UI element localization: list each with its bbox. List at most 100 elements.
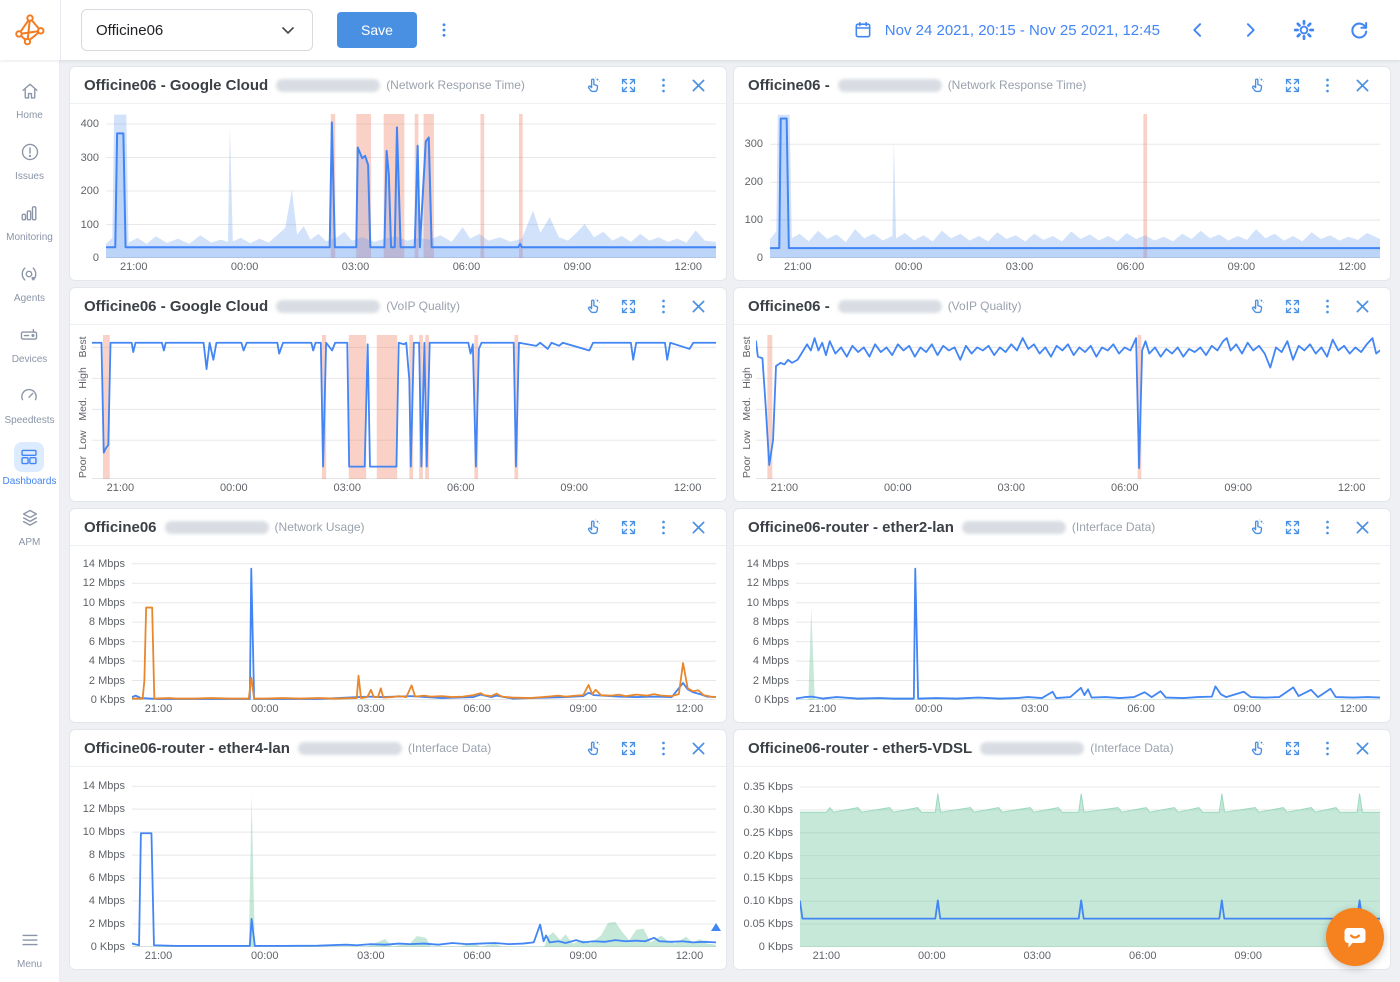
chart-plot[interactable]: 21:0000:0003:0006:0009:0012:00 — [132, 556, 716, 700]
x-tick-label: 03:00 — [1006, 261, 1034, 273]
y-tick-label: 14 Mbps — [747, 558, 789, 570]
expand-button[interactable] — [615, 74, 642, 97]
x-tick-label: 12:00 — [1338, 482, 1366, 494]
remove-widget-button[interactable] — [1349, 74, 1376, 97]
sidebar-item-apm[interactable]: APM — [15, 503, 45, 548]
save-button[interactable]: Save — [337, 12, 417, 48]
panel-title: Officine06 - Google Cloud — [84, 298, 268, 315]
alert-button[interactable] — [580, 737, 607, 760]
app-logo[interactable] — [0, 0, 61, 60]
prev-range-button[interactable] — [1178, 16, 1218, 44]
y-tick-label: 0 — [93, 252, 99, 264]
chart-svg — [756, 335, 1380, 479]
date-range[interactable]: Nov 24 2021, 20:15 - Nov 25 2021, 12:45 — [885, 22, 1160, 39]
x-tick-label: 00:00 — [915, 703, 943, 715]
chart-plot[interactable]: 21:0000:0003:0006:0009:0012:00 — [92, 335, 716, 479]
chart-plot[interactable]: 21:0000:0003:0006:0009:0012:00 — [796, 556, 1380, 700]
panel-menu-button[interactable] — [650, 74, 677, 97]
expand-button[interactable] — [1279, 74, 1306, 97]
gear-icon — [1292, 18, 1316, 42]
panel-header: Officine06-router - ether4-lan (Interfac… — [70, 730, 726, 767]
expand-button[interactable] — [1279, 295, 1306, 318]
y-tick-label: 12 Mbps — [83, 577, 125, 589]
chart-plot[interactable]: 21:0000:0003:0006:0009:0012:00 — [756, 335, 1380, 479]
x-tick-label: 09:00 — [570, 950, 598, 962]
sidebar-item-issues[interactable]: Issues — [15, 137, 45, 182]
y-axis: 14 Mbps12 Mbps10 Mbps8 Mbps6 Mbps4 Mbps2… — [738, 556, 796, 700]
panel-actions — [1244, 295, 1376, 318]
remove-widget-button[interactable] — [1349, 295, 1376, 318]
alert-button[interactable] — [1244, 737, 1271, 760]
settings-button[interactable] — [1282, 14, 1326, 46]
dashboard-selector[interactable]: Officine06 — [81, 9, 313, 51]
chart-plot[interactable]: 21:0000:0003:0006:0009:0012:00 — [132, 777, 716, 947]
panel-menu-button[interactable] — [650, 737, 677, 760]
next-range-button[interactable] — [1230, 16, 1270, 44]
panel-menu-button[interactable] — [1314, 295, 1341, 318]
refresh-button[interactable] — [1338, 15, 1380, 45]
triangle-up-icon — [710, 922, 722, 932]
panel-menu-button[interactable] — [1314, 516, 1341, 539]
chat-launcher-button[interactable] — [1326, 908, 1384, 966]
close-icon — [1353, 76, 1372, 95]
chart: 3002001000 21:0000:0003:0006:0009:0012:0… — [734, 104, 1390, 280]
chart: 14 Mbps12 Mbps10 Mbps8 Mbps6 Mbps4 Mbps2… — [734, 546, 1390, 722]
topbar-kebab-button[interactable] — [429, 15, 459, 45]
scroll-top-indicator[interactable] — [708, 920, 724, 934]
chart-plot[interactable]: 21:0000:0003:0006:0009:0012:00 — [770, 114, 1380, 258]
close-icon — [1353, 518, 1372, 537]
alert-button[interactable] — [1244, 74, 1271, 97]
topbar-right: Nov 24 2021, 20:15 - Nov 25 2021, 12:45 — [853, 14, 1400, 46]
expand-button[interactable] — [1279, 516, 1306, 539]
kebab-icon — [1318, 739, 1337, 758]
y-tick-label: 4 Mbps — [89, 655, 125, 667]
remove-widget-button[interactable] — [685, 295, 712, 318]
chart-svg — [106, 114, 716, 258]
redacted-name — [165, 521, 269, 534]
sidebar-item-label: Agents — [14, 293, 45, 304]
remove-widget-button[interactable] — [685, 74, 712, 97]
alert-button[interactable] — [580, 516, 607, 539]
sidebar-item-home[interactable]: Home — [15, 76, 45, 121]
y-tick-label: 0.20 Kbps — [743, 850, 793, 862]
y-axis: BestHighMed.LowPoor — [738, 335, 756, 479]
panel-menu-button[interactable] — [650, 295, 677, 318]
y-tick-label: 10 Mbps — [747, 597, 789, 609]
redacted-name — [980, 742, 1084, 755]
y-tick-label: 0 Kbps — [91, 694, 125, 706]
expand-button[interactable] — [615, 516, 642, 539]
x-tick-label: 03:00 — [342, 261, 370, 273]
panel-menu-button[interactable] — [1314, 74, 1341, 97]
sidebar-item-dashboards[interactable]: Dashboards — [3, 442, 57, 487]
alert-button[interactable] — [580, 295, 607, 318]
sidebar-item-speedtests[interactable]: Speedtests — [4, 381, 54, 426]
chart-plot[interactable]: 21:0000:0003:0006:0009:0012:00 — [106, 114, 716, 258]
panel-header: Officine06 - Google Cloud (VoIP Quality) — [70, 288, 726, 325]
expand-button[interactable] — [615, 737, 642, 760]
alert-icon — [584, 76, 603, 95]
panel-actions — [1244, 737, 1376, 760]
expand-icon — [619, 739, 638, 758]
remove-widget-button[interactable] — [685, 516, 712, 539]
expand-button[interactable] — [1279, 737, 1306, 760]
panel-actions — [580, 737, 712, 760]
sidebar-item-devices[interactable]: Devices — [12, 320, 48, 365]
x-tick-label: 21:00 — [145, 950, 173, 962]
chart-plot[interactable]: 21:0000:0003:0006:0009:0012:00 — [800, 777, 1380, 947]
panel-menu-button[interactable] — [650, 516, 677, 539]
sidebar-menu-button[interactable]: Menu — [15, 925, 45, 970]
remove-widget-button[interactable] — [1349, 737, 1376, 760]
remove-widget-button[interactable] — [685, 737, 712, 760]
sidebar-item-agents[interactable]: Agents — [14, 259, 45, 304]
alert-button[interactable] — [1244, 516, 1271, 539]
panel-menu-button[interactable] — [1314, 737, 1341, 760]
panel-subtitle: (Interface Data) — [1090, 741, 1173, 755]
alert-button[interactable] — [580, 74, 607, 97]
panel-header: Officine06-router - ether2-lan (Interfac… — [734, 509, 1390, 546]
close-icon — [689, 76, 708, 95]
alert-button[interactable] — [1244, 295, 1271, 318]
remove-widget-button[interactable] — [1349, 516, 1376, 539]
x-tick-label: 00:00 — [220, 482, 248, 494]
expand-button[interactable] — [615, 295, 642, 318]
sidebar-item-monitoring[interactable]: Monitoring — [6, 198, 53, 243]
